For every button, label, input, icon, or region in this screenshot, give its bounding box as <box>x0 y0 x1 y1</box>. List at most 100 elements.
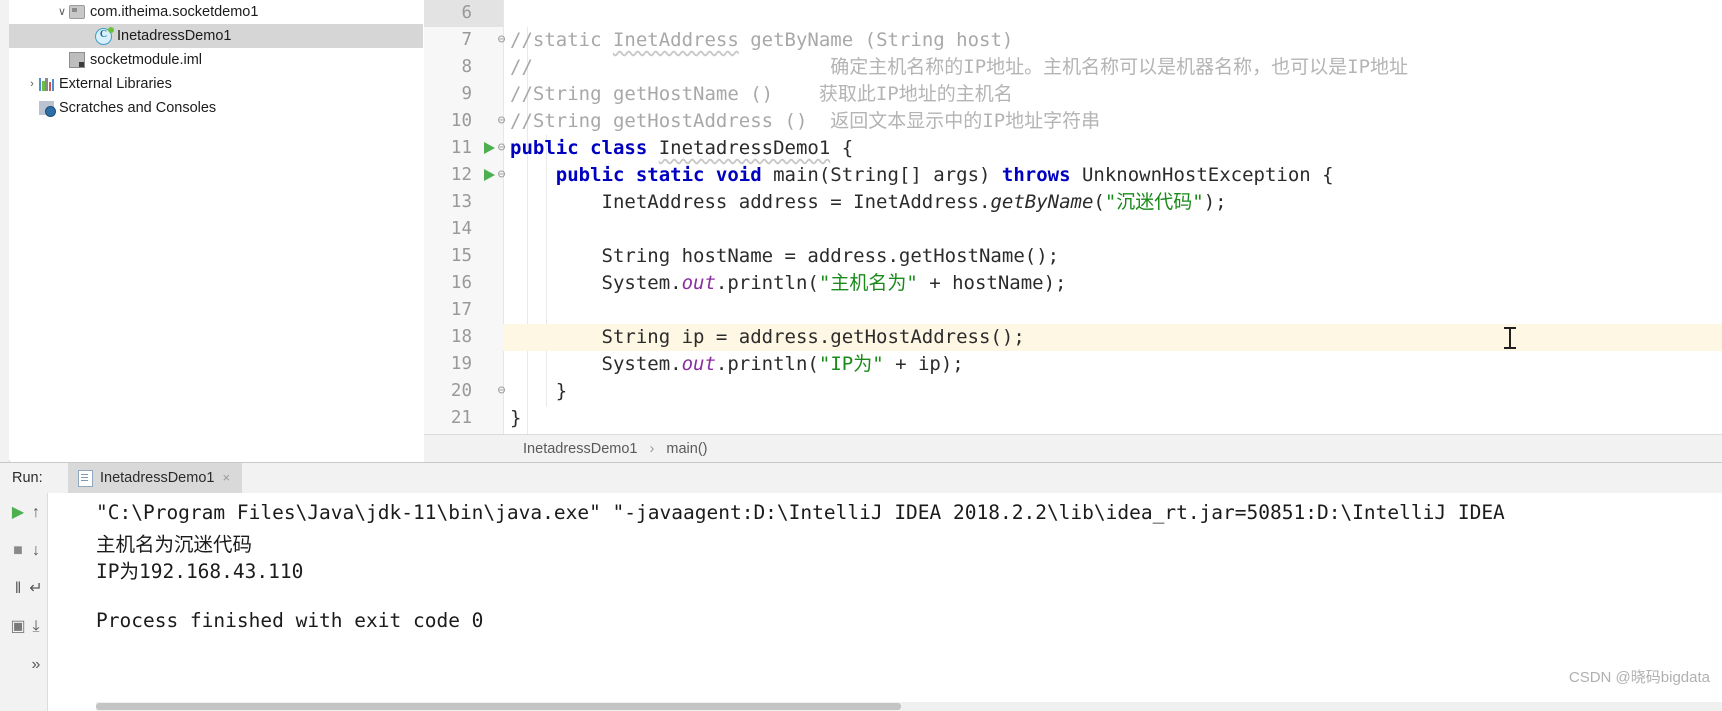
line-number: 8 <box>461 57 472 77</box>
line-text: } <box>510 407 522 429</box>
soft-wrap-icon: ↵ <box>29 580 43 597</box>
project-tree[interactable]: ∨ com.itheima.socketdemo1 C InetadressDemo1… <box>9 0 423 460</box>
line-number: 12 <box>450 165 472 185</box>
line-number: 6 <box>461 3 472 23</box>
code-line-12[interactable]: 12 ⊖ public static void main(String[] arg… <box>424 162 1722 189</box>
run-gutter-icon[interactable] <box>484 169 495 181</box>
code-line-11[interactable]: 11 ⊖ public class InetadressDemo1 { <box>424 135 1722 162</box>
line-number: 7 <box>461 30 472 50</box>
line-number: 20 <box>450 381 472 401</box>
tree-item-label: socketmodule.iml <box>90 52 203 68</box>
tree-item-1[interactable]: C InetadressDemo1 <box>9 24 423 48</box>
line-text: InetAddress address = InetAddress.getByN… <box>510 191 1227 213</box>
print-icon: ⤓ <box>32 618 40 635</box>
line-text: public static void main(String[] args) t… <box>555 164 1334 186</box>
scrollbar-thumb[interactable] <box>96 703 901 710</box>
run-tab-inetadressdemo1[interactable]: InetadressDemo1 × <box>68 463 243 493</box>
line-number: 19 <box>450 354 472 374</box>
more-button[interactable]: » <box>22 651 50 679</box>
tree-item-0[interactable]: ∨ com.itheima.socketdemo1 <box>9 0 423 24</box>
line-text: //static InetAddress getByName (String h… <box>510 29 1014 51</box>
close-icon[interactable]: × <box>222 470 230 485</box>
code-line-7[interactable]: 7 ⊖//static InetAddress getByName (String… <box>424 27 1722 54</box>
tree-item-label: com.itheima.socketdemo1 <box>90 4 259 20</box>
fold-icon[interactable]: ⊖ <box>495 33 508 47</box>
run-tab-bar: Run: InetadressDemo1 × <box>0 463 1722 494</box>
scroll-up-icon: ↑ <box>32 504 40 521</box>
code-line-18[interactable]: 18 String ip = address.getHostAddress(); <box>424 324 1722 351</box>
line-text: System.out.println("IP为" + ip); <box>510 353 964 375</box>
chevron-icon[interactable]: › <box>25 72 39 96</box>
line-number: 18 <box>450 327 472 347</box>
more-icon: » <box>31 656 41 673</box>
console-output[interactable]: "C:\Program Files\Java\jdk-11\bin\java.e… <box>48 493 1722 711</box>
fold-icon[interactable]: ⊖ <box>495 114 508 128</box>
run-tab-label: InetadressDemo1 <box>100 470 215 486</box>
code-line-6[interactable]: 6 <box>424 0 1722 27</box>
line-number: 10 <box>450 111 472 131</box>
line-text: //String getHostAddress () 返回文本显示中的IP地址字… <box>510 110 1101 132</box>
code-lines[interactable]: 6 7 ⊖//static InetAddress getByName (Strin… <box>424 0 1722 434</box>
line-text: String ip = address.getHostAddress(); <box>510 326 1025 348</box>
line-number: 17 <box>450 300 472 320</box>
run-label: Run: <box>12 470 43 486</box>
line-text: public class InetadressDemo1 { <box>510 137 854 159</box>
run-config-icon <box>78 469 93 487</box>
tree-item-4[interactable]: Scratches and Consoles <box>9 96 423 120</box>
tree-item-label: External Libraries <box>59 76 172 92</box>
library-icon <box>39 77 55 91</box>
breadcrumb[interactable]: InetadressDemo1 › main() <box>424 434 1722 463</box>
console-line-1: 主机名为沉迷代码 <box>96 533 253 556</box>
code-line-14[interactable]: 14 <box>424 216 1722 243</box>
console-line-4: Process finished with exit code 0 <box>96 609 484 632</box>
chevron-icon[interactable]: ∨ <box>55 0 69 24</box>
line-text: String hostName = address.getHostName(); <box>510 245 1060 267</box>
tree-item-2[interactable]: socketmodule.iml <box>9 48 423 72</box>
text-cursor-icon <box>1504 327 1516 349</box>
tree-item-3[interactable]: › External Libraries <box>9 72 423 96</box>
fold-icon[interactable]: ⊖ <box>495 141 508 155</box>
scroll-down-button[interactable]: ↓ <box>22 537 50 565</box>
scroll-up-button[interactable]: ↑ <box>22 499 50 527</box>
line-text: System.out.println("主机名为" + hostName); <box>510 272 1067 294</box>
console-line-2: IP为192.168.43.110 <box>96 560 304 583</box>
breadcrumb-method[interactable]: main() <box>666 441 707 457</box>
code-line-21[interactable]: 21} <box>424 405 1722 432</box>
scratches-icon <box>39 101 56 118</box>
code-line-19[interactable]: 19 System.out.println("IP为" + ip); <box>424 351 1722 378</box>
iml-file-icon <box>69 52 85 69</box>
fold-icon[interactable]: ⊖ <box>495 384 508 398</box>
console-line-0: "C:\Program Files\Java\jdk-11\bin\java.e… <box>96 501 1505 524</box>
code-line-20[interactable]: 20 ⊖ } <box>424 378 1722 405</box>
code-line-17[interactable]: 17 <box>424 297 1722 324</box>
code-line-15[interactable]: 15 String hostName = address.getHostName… <box>424 243 1722 270</box>
code-line-9[interactable]: 9 //String getHostName () 获取此IP地址的主机名 <box>424 81 1722 108</box>
scroll-down-icon: ↓ <box>32 542 40 559</box>
line-text: //String getHostName () 获取此IP地址的主机名 <box>510 83 1013 105</box>
line-number: 21 <box>450 408 472 428</box>
line-number: 13 <box>450 192 472 212</box>
fold-icon[interactable]: ⊖ <box>495 168 508 182</box>
code-line-16[interactable]: 16 System.out.println("主机名为" + hostName)… <box>424 270 1722 297</box>
code-line-10[interactable]: 10 ⊖//String getHostAddress () 返回文本显示中的IP… <box>424 108 1722 135</box>
breadcrumb-class[interactable]: InetadressDemo1 <box>523 441 637 457</box>
run-side-toolbar[interactable]: ▶ ■ ‖ ▣ ↑ ↓ ↵ ⤓» <box>0 493 48 711</box>
top-area: ∨ com.itheima.socketdemo1 C InetadressDemo1… <box>0 0 1722 463</box>
breadcrumb-separator: › <box>649 441 655 457</box>
line-number: 15 <box>450 246 472 266</box>
line-number: 9 <box>461 84 472 104</box>
line-text: // 确定主机名称的IP地址。主机名称可以是机器名称，也可以是IP地址 <box>510 56 1409 78</box>
line-number: 14 <box>450 219 472 239</box>
code-line-8[interactable]: 8 // 确定主机名称的IP地址。主机名称可以是机器名称，也可以是IP地址 <box>424 54 1722 81</box>
intellij-idea-window: ∨ com.itheima.socketdemo1 C InetadressDemo1… <box>0 0 1722 711</box>
tree-item-label: Scratches and Consoles <box>59 100 217 116</box>
print-button[interactable]: ⤓ <box>22 613 50 641</box>
line-text: } <box>510 380 568 402</box>
code-line-13[interactable]: 13 InetAddress address = InetAddress.get… <box>424 189 1722 216</box>
tree-item-label: InetadressDemo1 <box>117 28 232 44</box>
package-icon <box>69 5 85 20</box>
soft-wrap-button[interactable]: ↵ <box>22 575 50 603</box>
line-number: 11 <box>450 138 472 158</box>
code-editor[interactable]: 6 7 ⊖//static InetAddress getByName (Strin… <box>424 0 1722 434</box>
run-gutter-icon[interactable] <box>484 142 495 154</box>
